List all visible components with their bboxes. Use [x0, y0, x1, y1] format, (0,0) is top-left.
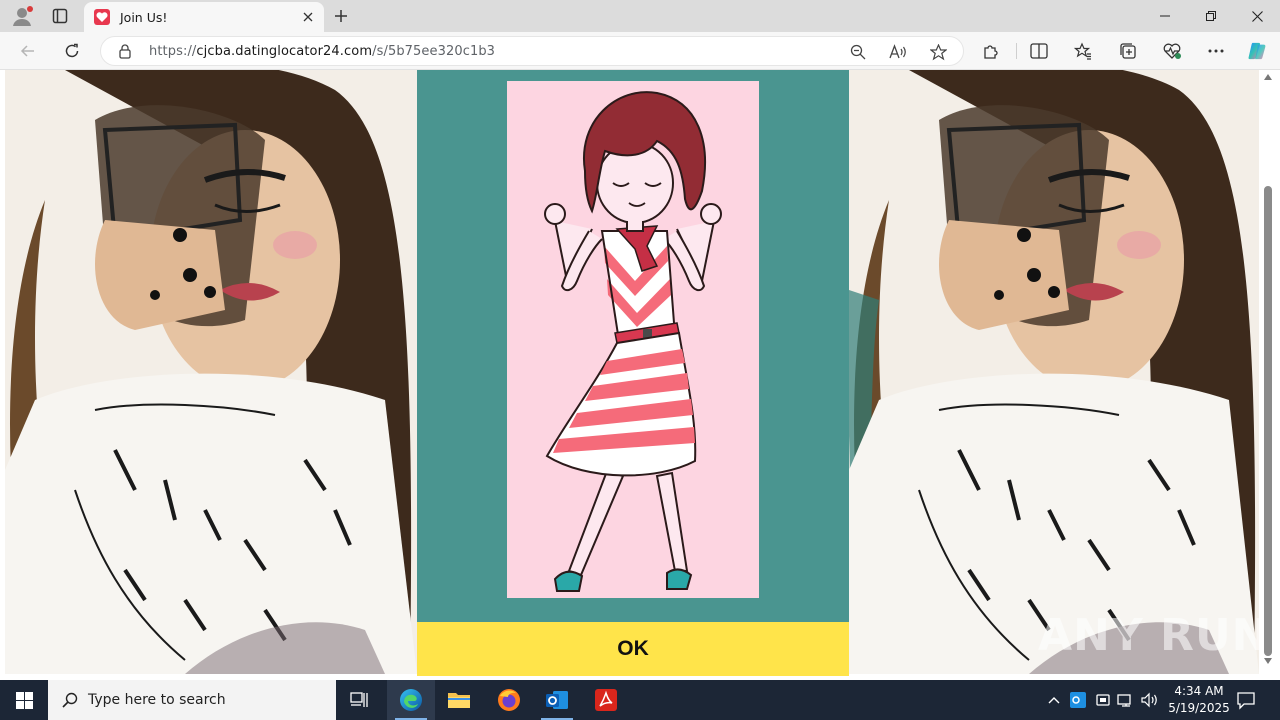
- outlook-tray-icon: [1070, 692, 1086, 708]
- taskbar-outlook[interactable]: [533, 680, 581, 720]
- profile-button[interactable]: [8, 4, 36, 28]
- heart-favicon: [94, 9, 110, 25]
- task-view-button[interactable]: [336, 680, 384, 720]
- notification-icon: [1237, 692, 1255, 710]
- taskbar-acrobat[interactable]: [582, 680, 630, 720]
- tab-close-button[interactable]: [300, 9, 316, 25]
- tray-outlook[interactable]: [1068, 690, 1088, 710]
- puzzle-icon: [984, 45, 998, 59]
- split-screen-icon: [1030, 43, 1048, 59]
- back-button[interactable]: [14, 38, 42, 64]
- clock-date: 5/19/2025: [1168, 701, 1230, 715]
- heart-pulse-icon: [1163, 43, 1181, 59]
- search-icon: [62, 692, 78, 708]
- address-bar[interactable]: https://cjcba.datinglocator24.com/s/5b75…: [100, 36, 964, 66]
- pdf-reader-icon: [595, 689, 617, 711]
- zoom-button[interactable]: [849, 43, 867, 61]
- woman-illustration-right: [849, 70, 1259, 674]
- outlook-icon: [546, 691, 568, 709]
- url-path: /s/5b75ee320c1b3: [372, 44, 496, 59]
- anyrun-watermark: ANY RUN: [1038, 610, 1270, 661]
- refresh-button[interactable]: [58, 38, 86, 64]
- edge-icon: [400, 689, 422, 711]
- zoom-icon: [850, 44, 866, 60]
- close-icon: [303, 12, 313, 22]
- task-view-icon: [350, 692, 368, 707]
- folder-icon: [448, 693, 470, 708]
- collections-icon: [1120, 43, 1136, 59]
- center-panel: [417, 70, 849, 622]
- tab-title: Join Us!: [120, 9, 168, 25]
- firefox-icon: [498, 689, 520, 711]
- browser-essentials-button[interactable]: [1162, 41, 1182, 61]
- cartoon-girl-card: [507, 81, 759, 598]
- scroll-down-icon[interactable]: [1264, 658, 1272, 664]
- minimize-button[interactable]: [1142, 0, 1188, 32]
- window-close-button[interactable]: [1234, 0, 1280, 32]
- refresh-icon: [65, 43, 79, 58]
- chevron-up-icon: [1048, 697, 1060, 704]
- copilot-button[interactable]: [1247, 41, 1267, 61]
- toolbar-separator: [1016, 43, 1017, 59]
- new-tab-button[interactable]: [330, 5, 352, 27]
- page-viewport: OK ANY RUN: [0, 70, 1280, 680]
- tab-strip: Join Us!: [0, 0, 1280, 32]
- network-icon: [1117, 694, 1131, 707]
- taskbar-edge[interactable]: [387, 680, 435, 720]
- tray-meet[interactable]: [1093, 690, 1113, 710]
- scrollbar-thumb[interactable]: [1264, 186, 1272, 656]
- taskbar-file-explorer[interactable]: [435, 680, 483, 720]
- scroll-up-icon[interactable]: [1264, 74, 1272, 80]
- restore-icon: [1206, 11, 1216, 21]
- device-icon: [1096, 694, 1110, 706]
- read-aloud-button[interactable]: [889, 43, 907, 61]
- copilot-icon: [1248, 42, 1266, 60]
- search-placeholder: Type here to search: [88, 692, 226, 708]
- windows-logo-icon: [15, 691, 33, 709]
- tray-volume[interactable]: [1140, 690, 1160, 710]
- notification-center-button[interactable]: [1236, 690, 1258, 710]
- extensions-button[interactable]: [981, 41, 1001, 61]
- url-scheme: https://: [149, 44, 197, 59]
- url-text: https://cjcba.datinglocator24.com/s/5b75…: [149, 44, 495, 59]
- tab-actions-icon: [52, 8, 68, 24]
- taskbar-firefox[interactable]: [485, 680, 533, 720]
- volume-icon: [1141, 692, 1157, 708]
- ellipsis-icon: [1208, 49, 1224, 53]
- page-scrollbar[interactable]: [1262, 70, 1274, 674]
- add-favorite-button[interactable]: [929, 43, 947, 61]
- settings-more-button[interactable]: [1206, 41, 1226, 61]
- url-host: cjcba.datinglocator24.com: [196, 44, 373, 59]
- ok-button[interactable]: OK: [417, 622, 849, 676]
- plus-icon: [335, 10, 347, 22]
- tab-join-us[interactable]: Join Us!: [84, 2, 324, 32]
- woman-illustration-left: [5, 70, 417, 674]
- tray-overflow-button[interactable]: [1044, 690, 1064, 710]
- taskbar-search[interactable]: Type here to search: [48, 680, 336, 720]
- ok-button-label: OK: [617, 637, 649, 660]
- collections-button[interactable]: [1118, 41, 1138, 61]
- restore-button[interactable]: [1188, 0, 1234, 32]
- close-icon: [1251, 10, 1263, 22]
- split-screen-button[interactable]: [1029, 41, 1049, 61]
- back-arrow-icon: [20, 45, 34, 57]
- profile-icon: [13, 6, 33, 26]
- read-aloud-icon: [889, 44, 906, 59]
- star-icon: [929, 43, 947, 60]
- tab-actions-button[interactable]: [46, 4, 74, 28]
- taskbar-clock[interactable]: 4:34 AM 5/19/2025: [1164, 683, 1234, 717]
- clock-time: 4:34 AM: [1174, 684, 1224, 698]
- tray-network[interactable]: [1116, 690, 1136, 710]
- minimize-icon: [1160, 15, 1170, 17]
- lock-icon[interactable]: [117, 43, 133, 59]
- windows-taskbar: Type here to search 4:34 AM 5/19/2025: [0, 680, 1280, 720]
- favorites-icon: [1074, 42, 1091, 60]
- start-button[interactable]: [0, 680, 48, 720]
- browser-toolbar: https://cjcba.datinglocator24.com/s/5b75…: [0, 32, 1280, 70]
- favorites-button[interactable]: [1073, 41, 1093, 61]
